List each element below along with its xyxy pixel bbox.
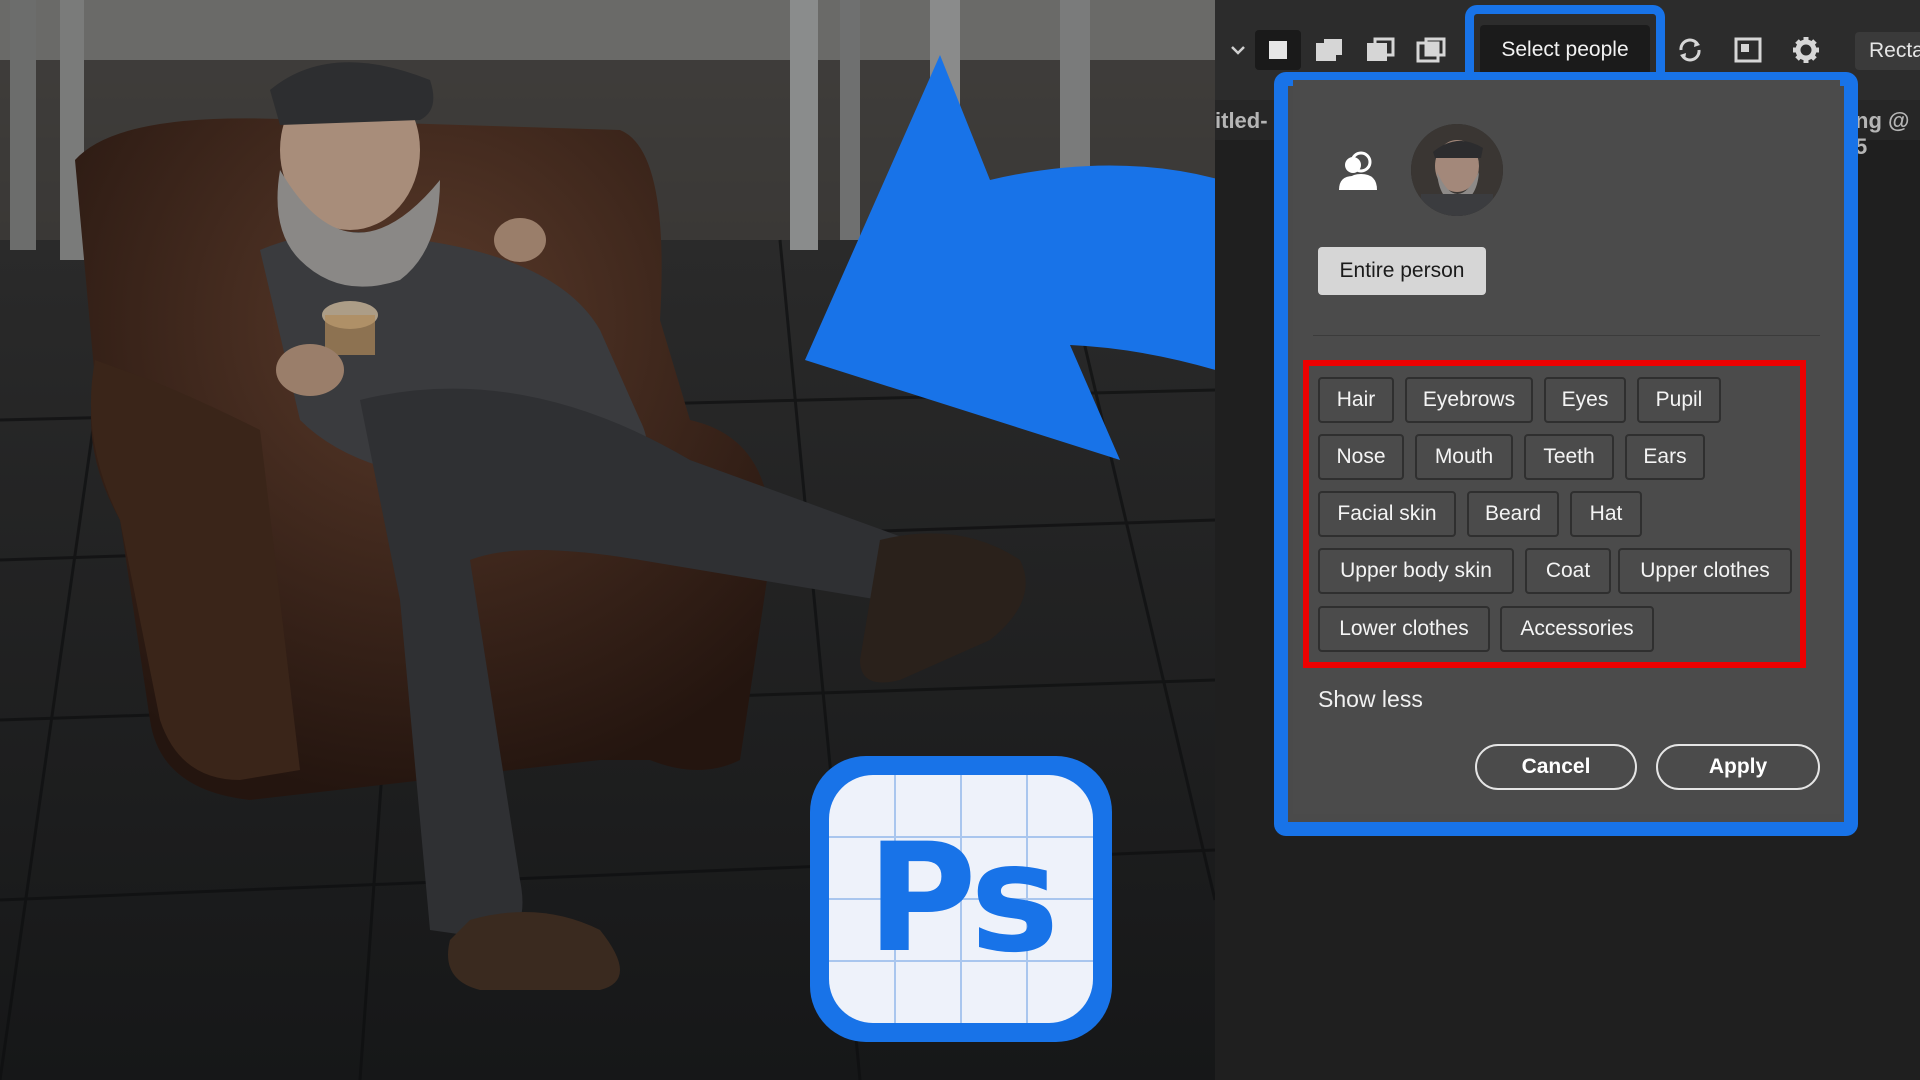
document-tab-left[interactable]: itled- bbox=[1215, 108, 1268, 134]
refresh-icon[interactable] bbox=[1667, 30, 1713, 70]
divider bbox=[1313, 335, 1820, 336]
cancel-button[interactable]: Cancel bbox=[1475, 744, 1637, 790]
new-selection-icon[interactable] bbox=[1255, 30, 1301, 70]
select-subject-icon[interactable] bbox=[1725, 30, 1771, 70]
person-thumbnail[interactable] bbox=[1411, 124, 1503, 216]
blue-arrow-icon bbox=[805, 55, 1215, 460]
show-less-link[interactable]: Show less bbox=[1318, 686, 1423, 713]
select-people-button[interactable]: Select people bbox=[1480, 25, 1650, 75]
person-icon[interactable] bbox=[1331, 146, 1385, 200]
body-parts-highlight bbox=[1303, 360, 1806, 668]
document-tab-right[interactable]: ng @ 5 bbox=[1855, 108, 1920, 160]
apply-button[interactable]: Apply bbox=[1656, 744, 1820, 790]
photoshop-logo-text: Ps bbox=[866, 812, 1060, 986]
photoshop-logo: Ps bbox=[829, 775, 1093, 1023]
entire-person-button[interactable]: Entire person bbox=[1318, 247, 1486, 295]
chevron-down-icon[interactable] bbox=[1223, 30, 1253, 70]
add-selection-icon[interactable] bbox=[1306, 30, 1352, 70]
intersect-selection-icon[interactable] bbox=[1408, 30, 1454, 70]
gear-icon[interactable] bbox=[1783, 30, 1829, 70]
subtract-selection-icon[interactable] bbox=[1357, 30, 1403, 70]
rectangle-mode-button[interactable]: Recta bbox=[1855, 32, 1920, 70]
